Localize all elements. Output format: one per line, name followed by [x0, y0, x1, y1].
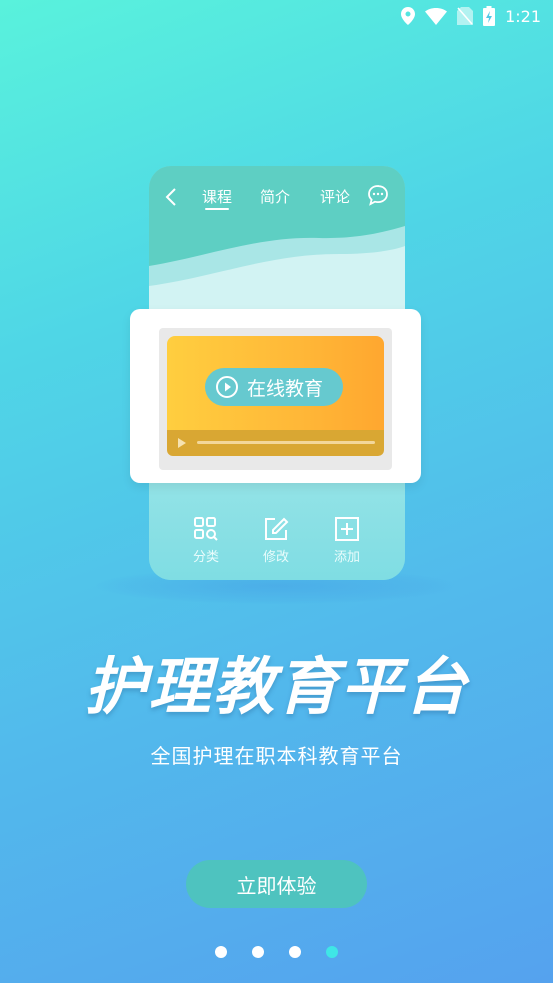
page-dot-2[interactable]: [252, 946, 264, 958]
play-circle-icon: [216, 376, 238, 398]
tool-add-label: 添加: [333, 550, 360, 565]
status-bar: 1:21: [0, 0, 553, 32]
page-indicator: [0, 946, 553, 958]
video-frame: 在线教育: [159, 328, 392, 470]
location-icon: [401, 7, 416, 25]
video-card-illustration: 在线教育: [130, 309, 421, 483]
phone-tabs: 课程 简介 评论: [149, 184, 405, 214]
edit-icon: [265, 517, 289, 540]
page-dot-3[interactable]: [289, 946, 301, 958]
chat-bubble-icon: [368, 185, 388, 206]
phone-toolbar: 分类 修改 添加: [149, 516, 405, 576]
video-label: 在线教育: [247, 377, 324, 400]
tool-add: 添加: [317, 516, 377, 565]
tool-category-label: 分类: [192, 550, 219, 565]
tool-edit: 修改: [246, 516, 306, 565]
page-dot-1[interactable]: [215, 946, 227, 958]
video-progress-track: [197, 441, 375, 444]
phone-tab-underline: [205, 208, 229, 210]
video-label-pill: 在线教育: [205, 368, 343, 406]
grid-search-icon: [194, 517, 218, 541]
video-controls: [167, 430, 384, 456]
no-sim-icon: [457, 7, 474, 25]
tool-category: 分类: [176, 516, 236, 565]
try-now-button[interactable]: 立即体验: [186, 860, 367, 908]
tool-edit-label: 修改: [262, 550, 289, 565]
wifi-icon: [425, 7, 448, 25]
phone-tab-courses: 课程: [202, 188, 233, 206]
battery-charging-icon: [483, 6, 496, 26]
play-icon: [178, 438, 186, 448]
status-time: 1:21: [505, 6, 541, 26]
page-subtitle: 全国护理在职本科教育平台: [150, 744, 403, 768]
page-title: 护理教育平台: [84, 650, 469, 723]
add-box-icon: [335, 517, 359, 541]
phone-wave: [149, 226, 405, 316]
back-arrow-icon: [165, 188, 176, 206]
page-dot-4-active[interactable]: [326, 946, 338, 958]
phone-tab-comments: 评论: [320, 188, 351, 206]
phone-tab-intro: 简介: [260, 188, 291, 206]
